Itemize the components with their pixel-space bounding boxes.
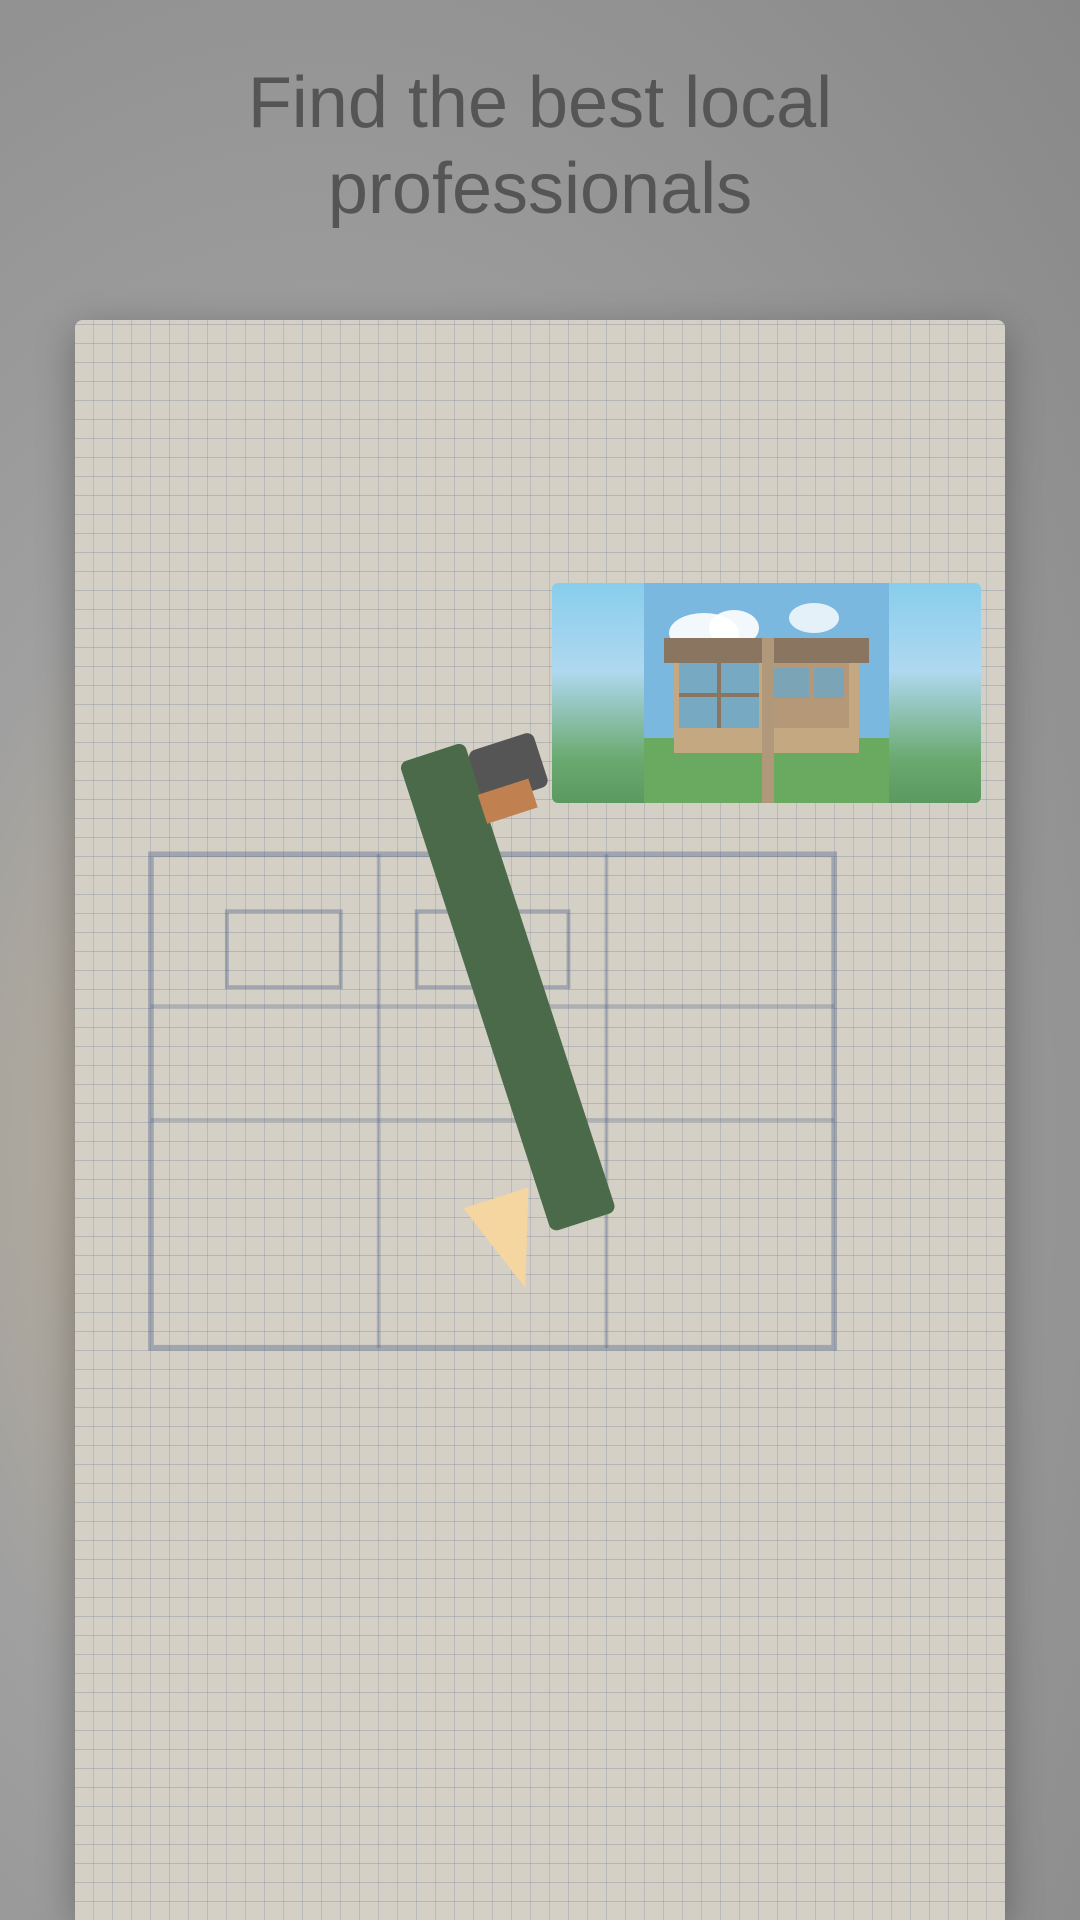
modern-house-bg [552, 583, 981, 803]
hero-title: Find the best local professionals [80, 60, 1000, 233]
modern-house-svg [552, 583, 981, 803]
hero-section: Find the best local professionals [0, 60, 1080, 233]
blueprint-background [99, 583, 528, 803]
architects-image [99, 583, 528, 803]
category-grid: Architects & Building Designers [99, 583, 981, 1448]
blueprint-svg [99, 583, 528, 803]
phone-frame: 10:00 ← Search Houzz Home Design & Remod… [75, 320, 1005, 1920]
main-content: Home Design & Remodeling [75, 480, 1005, 1790]
category-item-architects[interactable]: Architects & Building Designers [99, 583, 528, 855]
design-build-image [552, 583, 981, 803]
